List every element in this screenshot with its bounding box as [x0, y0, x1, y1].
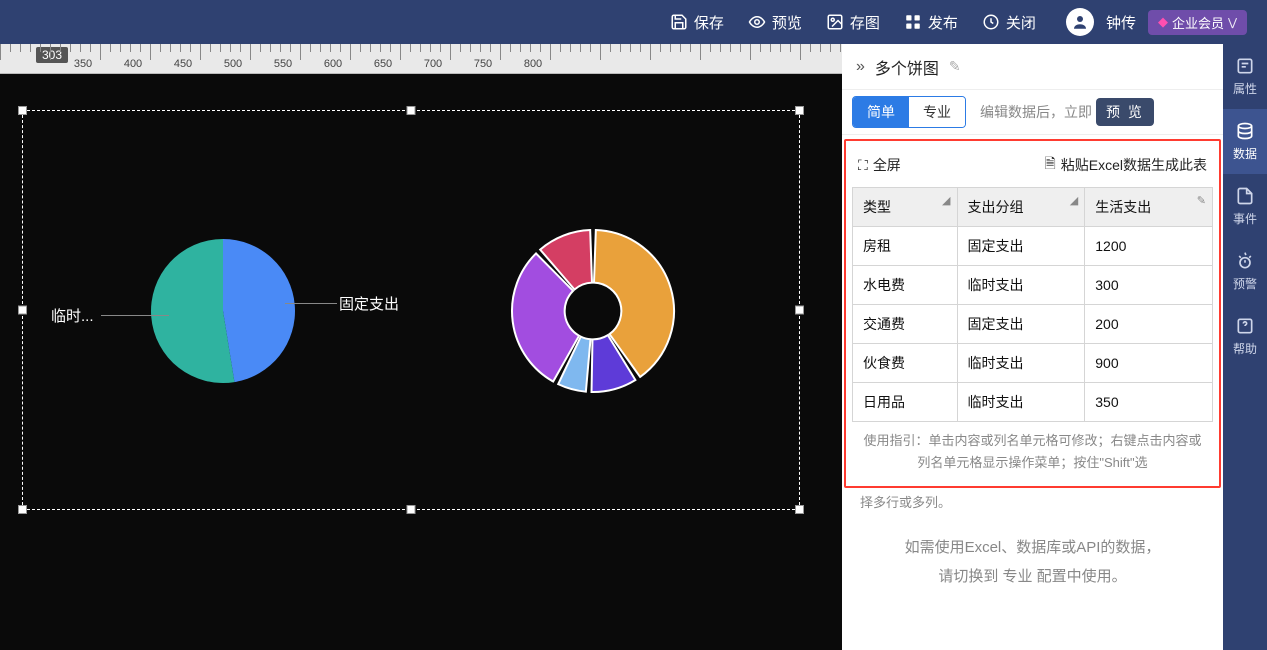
tab-professional[interactable]: 专业 [909, 97, 965, 127]
cell[interactable]: 日用品 [853, 383, 958, 422]
diamond-icon: ◆ [1158, 14, 1168, 30]
panel-titlebar: » 多个饼图 ✎ [842, 44, 1223, 90]
cell[interactable]: 200 [1085, 305, 1213, 344]
usage-hint-2: 择多行或多列。 [842, 488, 1223, 518]
collapse-icon[interactable]: » [856, 58, 865, 76]
avatar-icon [1066, 8, 1094, 36]
table-row[interactable]: 交通费固定支出200 [853, 305, 1213, 344]
pie-chart-detail [503, 221, 683, 401]
resize-handle-tr[interactable] [795, 106, 804, 115]
close-button[interactable]: 关闭 [970, 12, 1048, 33]
cell[interactable]: 临时支出 [957, 344, 1085, 383]
pie-slice [151, 239, 234, 383]
save-label: 保存 [694, 12, 724, 33]
panel-preview-button[interactable]: 预 览 [1096, 98, 1154, 126]
resize-handle-br[interactable] [795, 505, 804, 514]
canvas-area[interactable]: 临时... 固定支出 [0, 74, 842, 650]
header-menu-icon[interactable]: ◢ [1070, 194, 1078, 207]
member-badge[interactable]: ◆ 企业会员 ⋁ [1148, 10, 1247, 35]
cell[interactable]: 300 [1085, 266, 1213, 305]
resize-handle-tl[interactable] [18, 106, 27, 115]
pro-hint: 如需使用Excel、数据库或API的数据， 请切换到 专业 配置中使用。 [842, 518, 1223, 607]
cell[interactable]: 交通费 [853, 305, 958, 344]
pie-chart-groups [143, 231, 303, 391]
top-bar: 保存 预览 存图 发布 关闭 钟传 ◆ 企业会员 ⋁ [0, 0, 1267, 44]
paste-excel-button[interactable]: 🗎 粘贴Excel数据生成此表 [1045, 153, 1208, 177]
save-image-button[interactable]: 存图 [814, 12, 892, 33]
header-menu-icon[interactable]: ✎ [1197, 194, 1206, 207]
usage-hint-1: 使用指引：单击内容或列名单元格可修改；右键点击内容或列名单元格显示操作菜单；按住… [852, 422, 1213, 476]
cell[interactable]: 伙食费 [853, 344, 958, 383]
username-label: 钟传 [1106, 12, 1136, 33]
rail-events[interactable]: 事件 [1223, 174, 1267, 239]
fullscreen-button[interactable]: ⛶ 全屏 [858, 153, 901, 177]
pie-slice [223, 239, 295, 382]
panel-title: 多个饼图 [875, 55, 939, 79]
cell[interactable]: 临时支出 [957, 383, 1085, 422]
data-table[interactable]: 类型◢支出分组◢生活支出✎ 房租固定支出1200水电费临时支出300交通费固定支… [852, 187, 1213, 422]
cell[interactable]: 房租 [853, 227, 958, 266]
close-label: 关闭 [1006, 12, 1036, 33]
mode-tabs: 简单 专业 编辑数据后，立即 预 览 [842, 90, 1223, 135]
preview-label: 预览 [772, 12, 802, 33]
rail-properties[interactable]: 属性 [1223, 44, 1267, 109]
rail-data[interactable]: 数据 [1223, 109, 1267, 174]
edit-title-icon[interactable]: ✎ [949, 58, 961, 75]
member-label: 企业会员 [1172, 13, 1224, 32]
chart-label-left: 临时... [51, 305, 94, 326]
data-editor-region: ⛶ 全屏 🗎 粘贴Excel数据生成此表 类型◢支出分组◢生活支出✎ 房租固定支… [844, 139, 1221, 488]
save-button[interactable]: 保存 [658, 12, 736, 33]
table-row[interactable]: 伙食费临时支出900 [853, 344, 1213, 383]
header-menu-icon[interactable]: ◢ [942, 194, 950, 207]
cell[interactable]: 1200 [1085, 227, 1213, 266]
publish-label: 发布 [928, 12, 958, 33]
leader-line-left [101, 315, 169, 316]
col-header-0[interactable]: 类型◢ [853, 188, 958, 227]
save-image-label: 存图 [850, 12, 880, 33]
cell[interactable]: 临时支出 [957, 266, 1085, 305]
right-rail: 属性 数据 事件 预警 帮助 [1223, 44, 1267, 650]
cell[interactable]: 水电费 [853, 266, 958, 305]
table-row[interactable]: 水电费临时支出300 [853, 266, 1213, 305]
properties-panel: » 多个饼图 ✎ 简单 专业 编辑数据后，立即 预 览 ⛶ 全屏 🗎 粘贴Exc… [842, 44, 1223, 650]
resize-handle-mr[interactable] [795, 306, 804, 315]
rail-alert[interactable]: 预警 [1223, 239, 1267, 304]
selection-bounds[interactable]: 临时... 固定支出 [22, 110, 800, 510]
resize-handle-tm[interactable] [407, 106, 416, 115]
user-menu[interactable]: 钟传 ◆ 企业会员 ⋁ [1048, 8, 1259, 36]
publish-button[interactable]: 发布 [892, 12, 970, 33]
chart-label-right: 固定支出 [339, 293, 399, 314]
cell[interactable]: 固定支出 [957, 227, 1085, 266]
table-row[interactable]: 房租固定支出1200 [853, 227, 1213, 266]
preview-button[interactable]: 预览 [736, 12, 814, 33]
cell[interactable]: 900 [1085, 344, 1213, 383]
resize-handle-ml[interactable] [18, 306, 27, 315]
leader-line-right [285, 303, 337, 304]
col-header-1[interactable]: 支出分组◢ [957, 188, 1085, 227]
cell[interactable]: 固定支出 [957, 305, 1085, 344]
edit-hint: 编辑数据后，立即 [980, 102, 1092, 122]
table-row[interactable]: 日用品临时支出350 [853, 383, 1213, 422]
tab-simple[interactable]: 简单 [853, 97, 909, 127]
col-header-2[interactable]: 生活支出✎ [1085, 188, 1213, 227]
chevron-down-icon: ⋁ [1228, 16, 1237, 29]
resize-handle-bm[interactable] [407, 505, 416, 514]
resize-handle-bl[interactable] [18, 505, 27, 514]
rail-help[interactable]: 帮助 [1223, 304, 1267, 369]
cell[interactable]: 350 [1085, 383, 1213, 422]
